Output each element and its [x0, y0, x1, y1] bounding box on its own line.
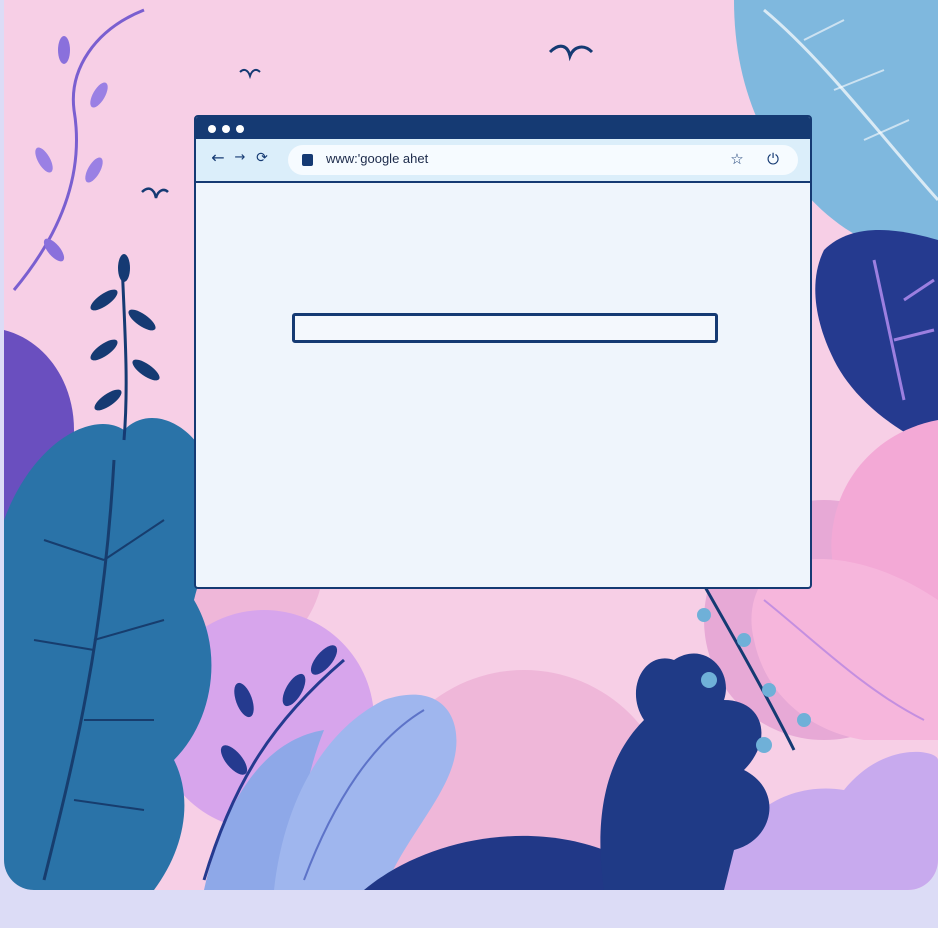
arrow-right-icon[interactable]: → — [230, 147, 250, 169]
extension-icon[interactable]: ⏻ — [762, 148, 784, 170]
browser-toolbar: ← → ⟳ www:'google ahet ☆ ⏻ — [196, 139, 810, 183]
browser-window: ← → ⟳ www:'google ahet ☆ ⏻ — [194, 115, 812, 589]
illustration-card: ← → ⟳ www:'google ahet ☆ ⏻ — [4, 0, 938, 890]
arrow-left-icon[interactable]: ← — [208, 147, 228, 169]
search-input[interactable] — [292, 313, 718, 343]
address-bar[interactable]: www:'google ahet ☆ ⏻ — [288, 145, 798, 175]
browser-titlebar — [196, 117, 810, 139]
window-maximize-dot[interactable] — [236, 125, 244, 133]
address-bar-url[interactable]: www:'google ahet — [326, 151, 428, 166]
bookmark-icon[interactable]: ☆ — [726, 148, 748, 170]
page-icon — [302, 154, 313, 166]
window-minimize-dot[interactable] — [222, 125, 230, 133]
window-close-dot[interactable] — [208, 125, 216, 133]
reload-icon[interactable]: ⟳ — [252, 147, 272, 169]
